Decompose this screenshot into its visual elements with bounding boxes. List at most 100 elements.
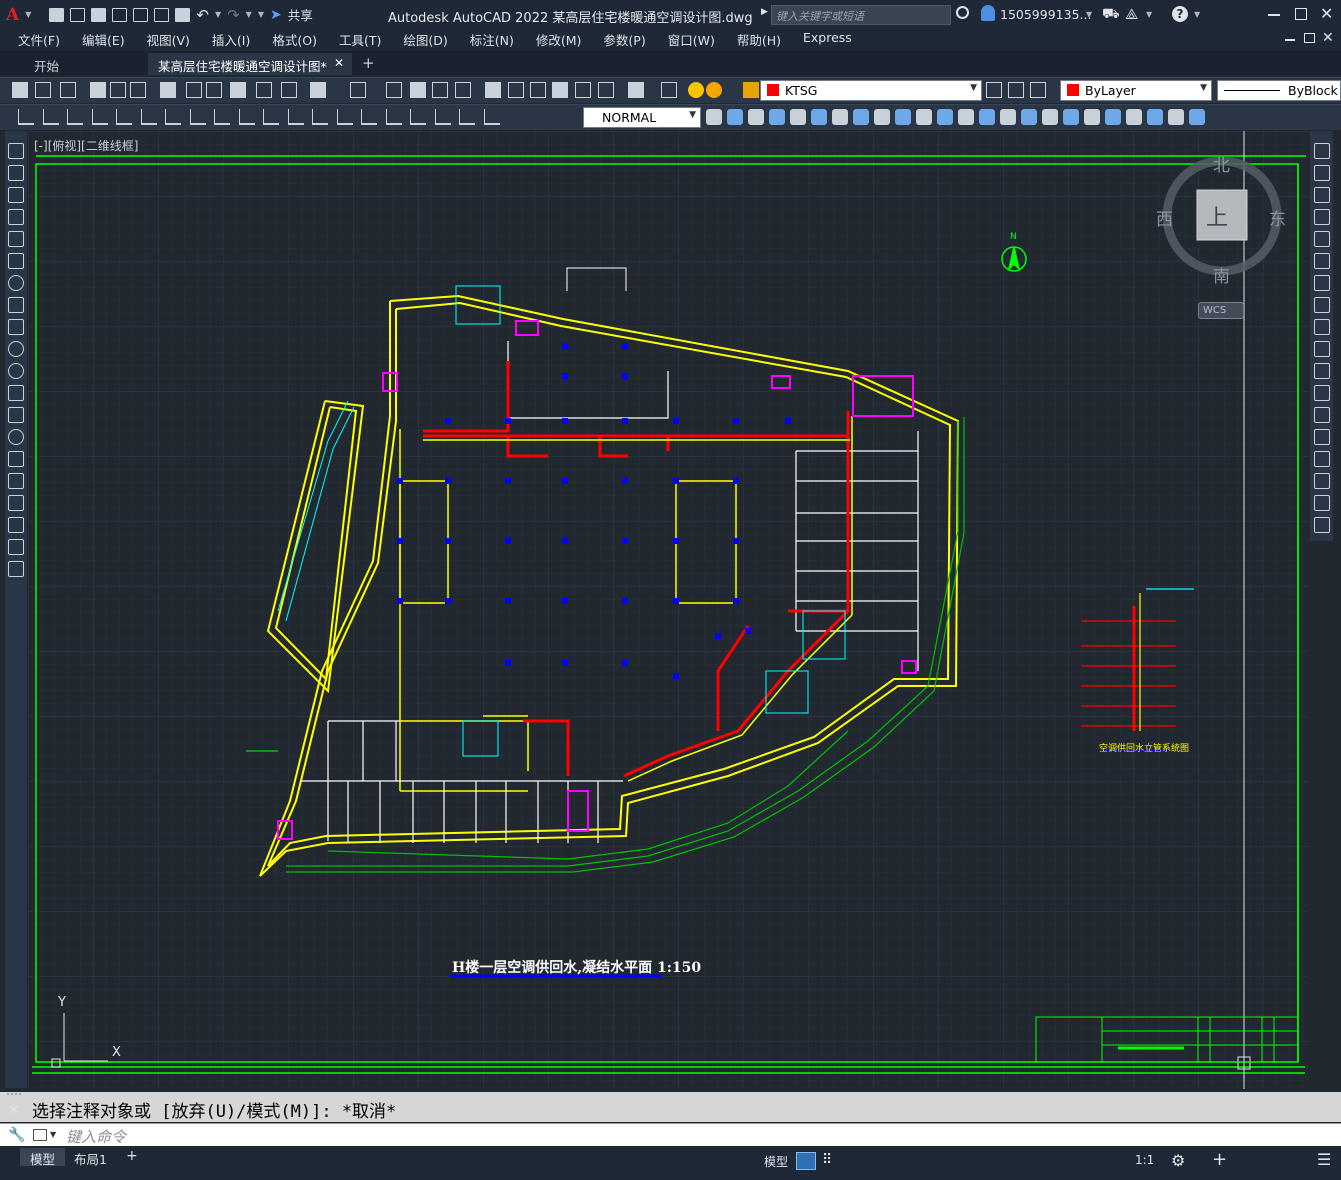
- save-icon[interactable]: [60, 82, 76, 98]
- tab-start[interactable]: 开始: [24, 53, 148, 75]
- annotation-style-dropdown[interactable]: NORMAL ▼: [583, 107, 701, 128]
- copy-icon[interactable]: [1314, 165, 1330, 181]
- help-icon[interactable]: [628, 82, 644, 98]
- dim-text-edit-icon[interactable]: [459, 109, 475, 125]
- table-icon[interactable]: [8, 517, 24, 533]
- quickcalc-icon[interactable]: [598, 82, 614, 98]
- zoom-realtime-icon[interactable]: [410, 82, 426, 98]
- offset-icon[interactable]: [1314, 209, 1330, 225]
- polygon-icon[interactable]: [8, 209, 24, 225]
- print-icon[interactable]: [90, 82, 106, 98]
- move-icon[interactable]: [1314, 253, 1330, 269]
- paste-icon[interactable]: [230, 82, 246, 98]
- color-dropdown[interactable]: ByLayer ▼: [1060, 80, 1212, 101]
- customize-caret-icon[interactable]: ▼: [258, 10, 264, 19]
- undo-caret-icon[interactable]: ▼: [215, 10, 221, 19]
- layer-dropdown[interactable]: KTSG ▼: [760, 80, 982, 101]
- menu-item[interactable]: 格式(O): [272, 30, 317, 49]
- tool-palette-icon[interactable]: [530, 82, 546, 98]
- tab-close-icon[interactable]: ✕: [334, 56, 344, 70]
- inspect-icon[interactable]: [385, 109, 402, 125]
- menu-item[interactable]: Express: [803, 30, 852, 49]
- layer-prev-icon[interactable]: [986, 82, 1002, 98]
- linetype-dropdown[interactable]: ByBlock: [1217, 80, 1341, 101]
- menu-item[interactable]: 参数(P): [603, 30, 645, 49]
- new-tab-button[interactable]: +: [352, 53, 385, 75]
- rotate-icon[interactable]: [1314, 275, 1330, 291]
- design-center-icon[interactable]: [508, 82, 524, 98]
- layer-props-icon[interactable]: [661, 82, 677, 98]
- save-web-icon[interactable]: [154, 7, 170, 22]
- region-icon[interactable]: [8, 495, 24, 511]
- help-caret-icon[interactable]: ▼: [1194, 10, 1200, 19]
- dim-baseline-icon[interactable]: [238, 109, 255, 125]
- search-icon[interactable]: [956, 6, 969, 19]
- markup-icon[interactable]: [575, 82, 591, 98]
- user-icon[interactable]: [981, 5, 995, 21]
- plus-icon[interactable]: +: [1212, 1149, 1227, 1170]
- quick-dim-icon[interactable]: [214, 109, 230, 125]
- line-icon[interactable]: [8, 143, 24, 159]
- extend-icon[interactable]: [1314, 363, 1330, 379]
- menu-item[interactable]: 编辑(E): [82, 30, 125, 49]
- autodesk-app-icon[interactable]: ⟁: [1125, 5, 1138, 23]
- command-input[interactable]: 🔧 ▼ 键入命令: [0, 1123, 1341, 1146]
- tolerance-icon[interactable]: [336, 109, 353, 125]
- compass-east[interactable]: 东: [1269, 205, 1286, 230]
- redo-icon[interactable]: [350, 82, 366, 98]
- settings-icon[interactable]: ⚙: [1171, 1151, 1185, 1170]
- menu-icon[interactable]: ☰: [1317, 1150, 1331, 1169]
- app-menu-caret-icon[interactable]: ▼: [25, 10, 31, 19]
- layer-thaw-icon[interactable]: [706, 82, 722, 98]
- offset-edge-icon[interactable]: [1084, 109, 1100, 125]
- presspull-icon[interactable]: [874, 109, 890, 125]
- revcloud-icon[interactable]: [8, 297, 24, 313]
- redo-icon[interactable]: ↷: [227, 6, 240, 24]
- undo-icon[interactable]: [310, 82, 326, 98]
- arc-icon[interactable]: [8, 253, 24, 269]
- mtext-icon[interactable]: [8, 539, 24, 555]
- section-icon[interactable]: [1147, 109, 1163, 125]
- interfere-icon[interactable]: [937, 109, 953, 125]
- move-gizmo-icon[interactable]: [1189, 109, 1205, 125]
- dim-update-icon[interactable]: [483, 109, 500, 125]
- dim-radius-icon[interactable]: [116, 109, 132, 125]
- copy-icon[interactable]: [206, 82, 222, 98]
- jogged-linear-icon[interactable]: [410, 109, 426, 125]
- doc-close-icon[interactable]: ✕: [1322, 30, 1334, 46]
- compass-south[interactable]: 南: [1213, 262, 1230, 287]
- dim-angular-icon[interactable]: [189, 109, 206, 125]
- polyline-icon[interactable]: [8, 187, 24, 203]
- spline-icon[interactable]: [8, 319, 24, 335]
- extrude-icon[interactable]: [790, 109, 806, 125]
- menu-item[interactable]: 绘图(D): [403, 30, 447, 49]
- thicken-icon[interactable]: [916, 109, 932, 125]
- share-icon[interactable]: ➤: [270, 7, 282, 23]
- extract-edges-icon[interactable]: [1063, 109, 1079, 125]
- viewcube-top-face[interactable]: 上: [1206, 200, 1228, 232]
- open-icon[interactable]: [70, 7, 86, 22]
- dim-arc-icon[interactable]: [67, 109, 83, 125]
- chamfer-icon[interactable]: [1314, 451, 1330, 467]
- compass-west[interactable]: 西: [1156, 205, 1173, 230]
- maximize-icon[interactable]: [1295, 8, 1307, 20]
- search-expand-icon[interactable]: ▶: [761, 7, 768, 17]
- plot-icon[interactable]: [175, 7, 191, 22]
- tab-add-layout[interactable]: +: [116, 1148, 148, 1166]
- circle-icon[interactable]: [8, 275, 24, 291]
- layer-iso-icon[interactable]: [1008, 82, 1024, 98]
- subtract-icon[interactable]: [748, 109, 764, 125]
- zoom-window-icon[interactable]: [432, 82, 448, 98]
- layer-match-icon[interactable]: [1030, 82, 1046, 98]
- explode-icon[interactable]: [1314, 517, 1330, 533]
- trim-icon[interactable]: [1314, 341, 1330, 357]
- doc-restore-icon[interactable]: [1304, 33, 1315, 43]
- dim-aligned-icon[interactable]: [42, 109, 59, 125]
- menu-item[interactable]: 工具(T): [339, 30, 381, 49]
- imprint-icon[interactable]: [958, 109, 974, 125]
- menu-item[interactable]: 视图(V): [147, 30, 190, 49]
- tab-active-drawing[interactable]: 某高层住宅楼暖通空调设计图* ✕: [148, 53, 352, 75]
- intersect-icon[interactable]: [769, 109, 785, 125]
- dim-linear-icon[interactable]: [18, 109, 34, 125]
- minimize-icon[interactable]: [1268, 14, 1280, 16]
